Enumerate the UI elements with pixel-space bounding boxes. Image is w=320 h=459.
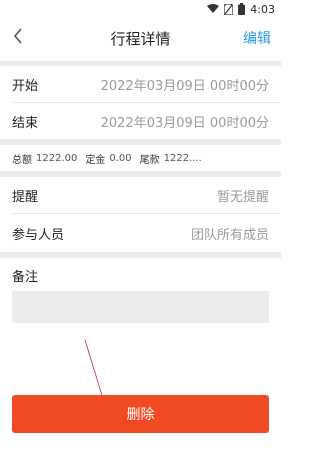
end-label: 结束	[12, 115, 39, 131]
status-bar: 4:03	[0, 0, 281, 18]
battery-icon	[238, 3, 246, 15]
edit-button[interactable]: 编辑	[243, 28, 271, 48]
start-value: 2022年03月09日 00时00分	[100, 78, 269, 94]
notes-label: 备注	[12, 270, 39, 285]
status-time: 4:03	[250, 2, 275, 16]
nav-bar: 行程详情 编辑	[0, 18, 281, 58]
deposit-label: 定金	[85, 154, 106, 166]
reminder-row[interactable]: 提醒 暂无提醒	[0, 177, 281, 213]
total-value: 1222.00	[36, 152, 78, 164]
total-label: 总额	[12, 154, 32, 166]
reminder-label: 提醒	[12, 189, 39, 205]
end-value: 2022年03月09日 00时00分	[100, 115, 269, 131]
notes-field[interactable]	[12, 291, 269, 323]
participants-label: 参与人员	[12, 227, 65, 243]
end-time-row[interactable]: 结束 2022年03月09日 00时00分	[0, 103, 281, 139]
page-title: 行程详情	[110, 30, 171, 48]
delete-button[interactable]: 删除	[12, 395, 269, 433]
section-divider	[0, 252, 281, 258]
reminder-value: 暂无提醒	[216, 189, 269, 205]
amount-summary-row: 总额 1222.00 定金 0.00 尾款 1222....	[0, 145, 281, 171]
start-label: 开始	[12, 78, 39, 94]
balance-value: 1222....	[163, 152, 202, 164]
participants-value: 团队所有成员	[190, 227, 269, 243]
balance-label: 尾款	[139, 154, 160, 166]
no-sim-icon	[224, 3, 234, 15]
wifi-icon	[207, 4, 220, 14]
start-time-row[interactable]: 开始 2022年03月09日 00时00分	[0, 66, 281, 102]
participants-row[interactable]: 参与人员 团队所有成员	[0, 214, 281, 252]
deposit-value: 0.00	[109, 152, 132, 164]
